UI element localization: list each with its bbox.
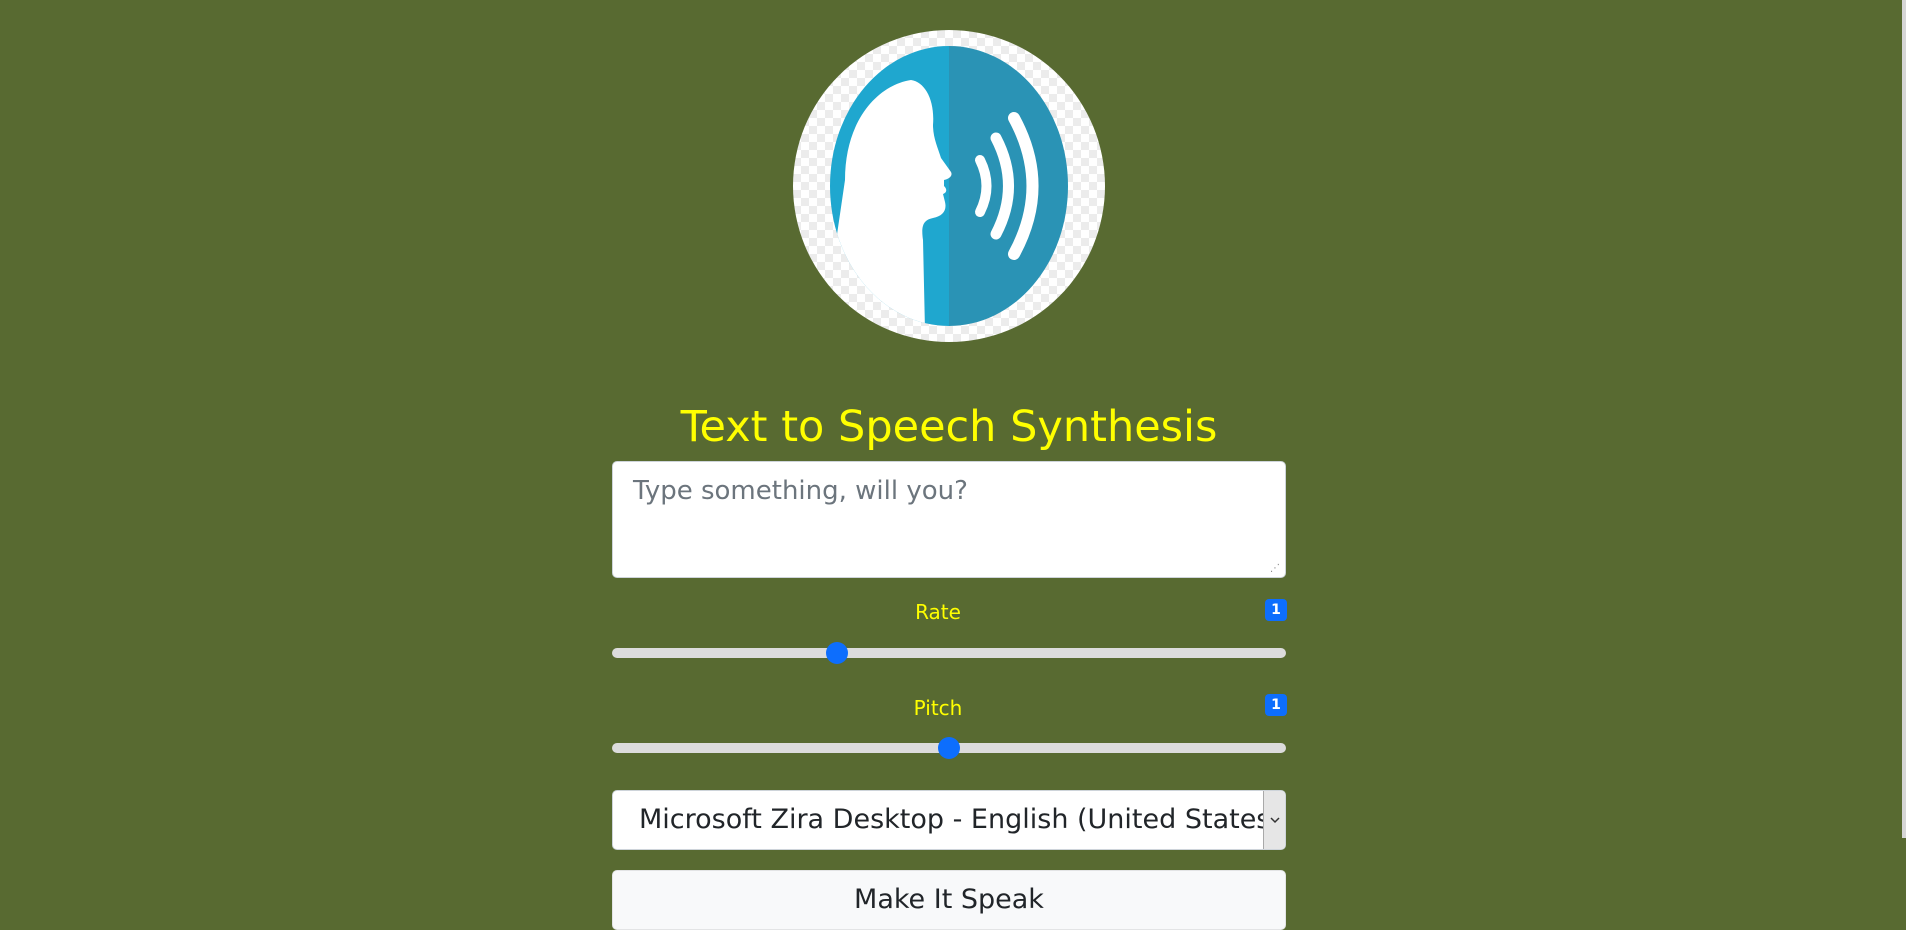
voice-select[interactable]: Microsoft Zira Desktop - English (United… (612, 790, 1286, 850)
pitch-label: Pitch (913, 696, 963, 720)
chevron-down-icon[interactable] (1263, 791, 1285, 849)
voice-select-value: Microsoft Zira Desktop - English (United… (639, 804, 1263, 835)
pitch-value-badge: 1 (1265, 694, 1287, 716)
page-title: Text to Speech Synthesis (680, 402, 1218, 452)
rate-value-badge: 1 (1265, 599, 1287, 621)
rate-slider[interactable] (612, 642, 1286, 664)
resize-grip-icon[interactable]: ⋰ (1270, 563, 1282, 575)
page: Text to Speech Synthesis ⋰ Rate 1 Pitch … (0, 0, 1906, 930)
pitch-slider[interactable] (612, 737, 1286, 759)
rate-slider-thumb[interactable] (825, 642, 848, 664)
pitch-slider-thumb[interactable] (938, 737, 960, 759)
text-input[interactable] (612, 461, 1286, 578)
speak-button[interactable]: Make It Speak (612, 870, 1286, 930)
scrollbar[interactable] (1902, 0, 1906, 838)
rate-label: Rate (915, 600, 961, 624)
speaking-head-icon (793, 30, 1105, 342)
